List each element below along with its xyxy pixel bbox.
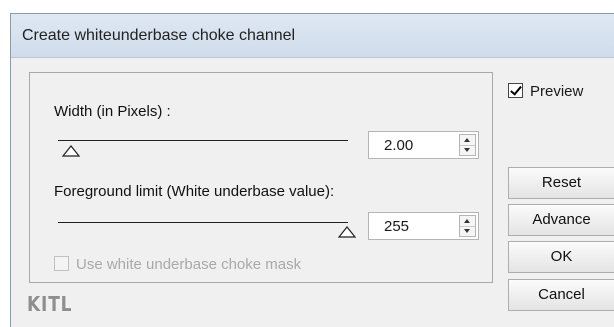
foreground-value: 255	[384, 218, 410, 235]
dialog-title: Create whiteunderbase choke channel	[22, 27, 296, 44]
cancel-button[interactable]: Cancel	[508, 279, 614, 311]
width-spinbox[interactable]: 2.00	[368, 131, 479, 159]
choke-channel-dialog: Create whiteunderbase choke channel Widt…	[10, 13, 614, 327]
preview-checkbox-label: Preview	[530, 83, 584, 100]
settings-group: Width (in Pixels) : 2.00 Foreground limi…	[29, 72, 493, 283]
foreground-limit-label: Foreground limit (White underbase value)…	[54, 183, 335, 200]
foreground-decrement-button[interactable]	[460, 226, 475, 236]
dialog-titlebar: Create whiteunderbase choke channel	[11, 14, 614, 58]
mask-checkbox-row[interactable]: Use white underbase choke mask	[54, 256, 301, 273]
width-slider-track[interactable]	[58, 140, 348, 141]
foreground-slider-thumb[interactable]	[338, 226, 356, 238]
width-slider-thumb[interactable]	[62, 145, 80, 157]
ok-button[interactable]: OK	[508, 241, 614, 273]
preview-checkbox[interactable]	[508, 83, 523, 98]
foreground-spinbox[interactable]: 255	[368, 212, 479, 240]
width-value: 2.00	[384, 137, 414, 154]
kitl-logo: KITL	[27, 292, 73, 316]
mask-checkbox[interactable]	[54, 256, 69, 271]
advance-button[interactable]: Advance	[508, 204, 614, 236]
preview-checkbox-row[interactable]: Preview	[508, 83, 583, 100]
mask-checkbox-label: Use white underbase choke mask	[76, 256, 302, 273]
width-label: Width (in Pixels) :	[54, 103, 171, 120]
reset-button[interactable]: Reset	[508, 167, 614, 199]
width-decrement-button[interactable]	[460, 145, 475, 155]
foreground-slider-track[interactable]	[58, 222, 348, 223]
